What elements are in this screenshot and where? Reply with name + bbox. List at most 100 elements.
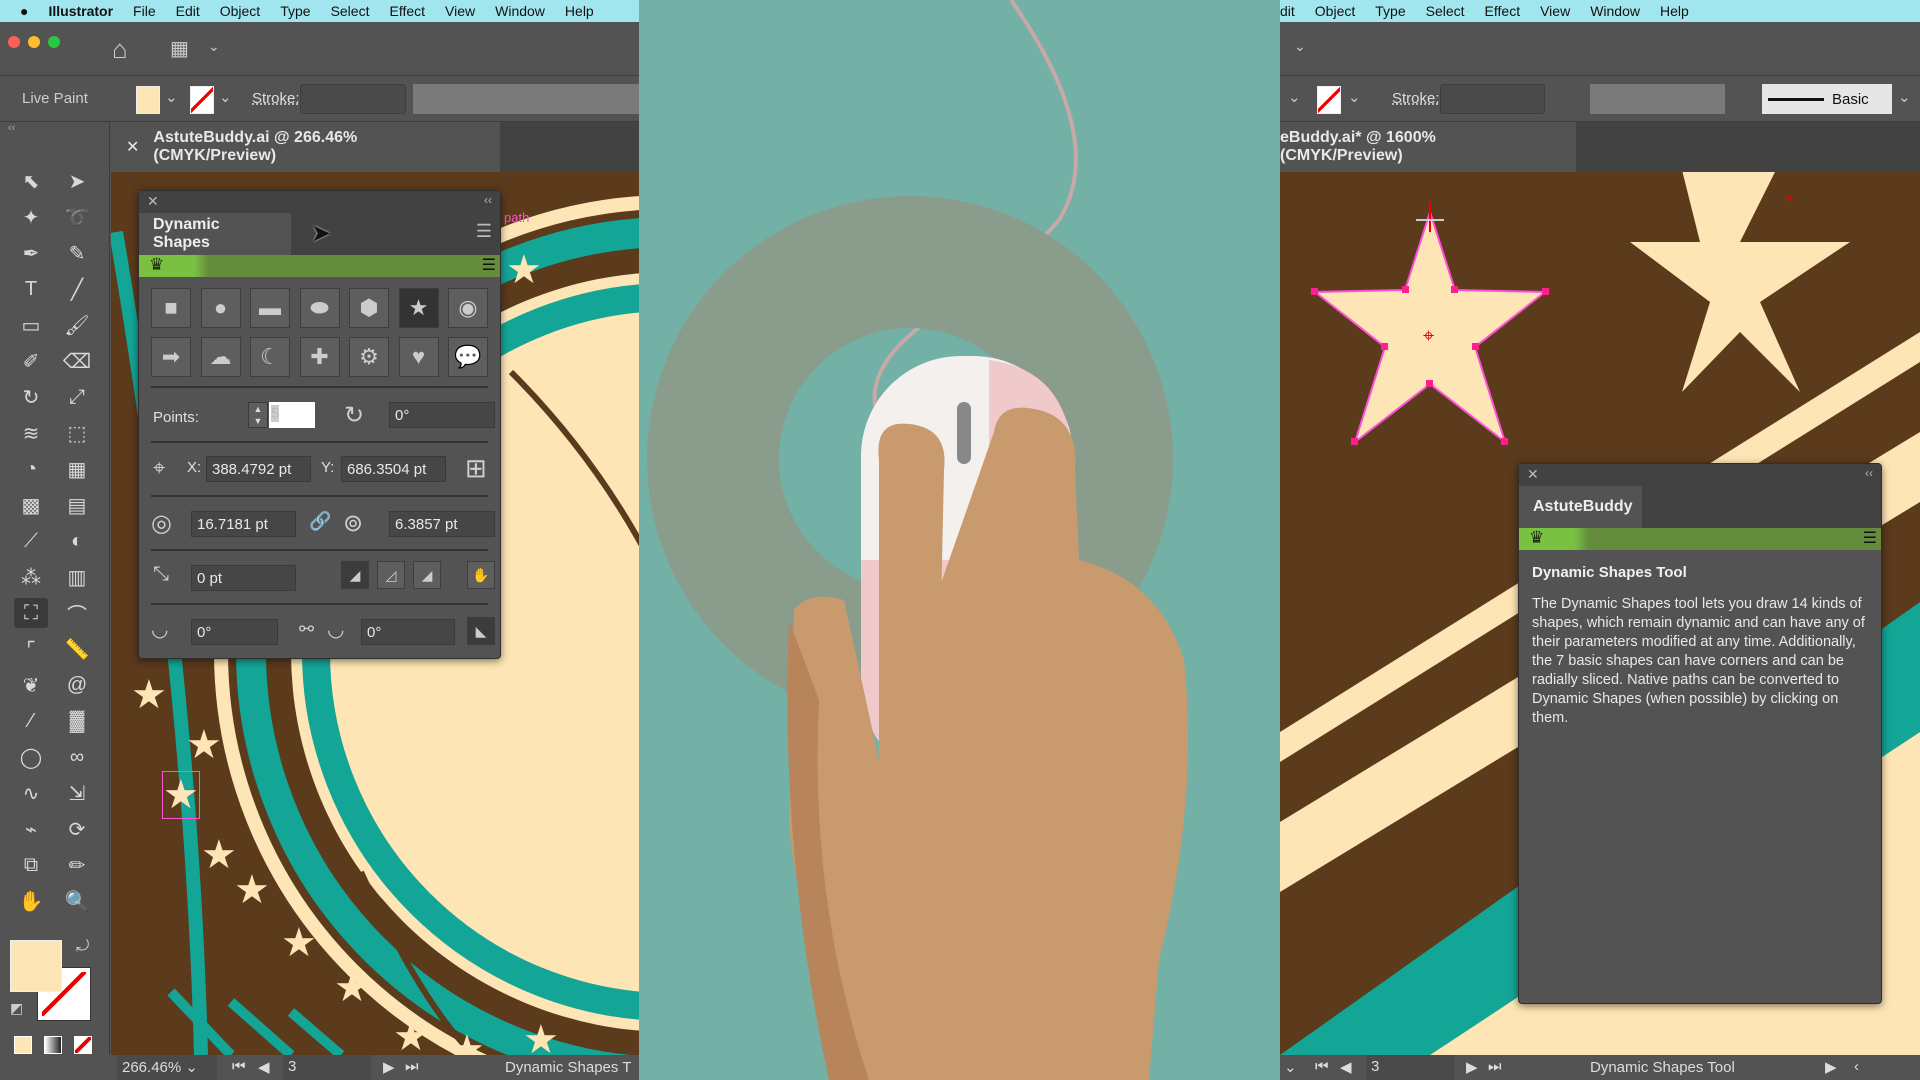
link-radii-icon[interactable]: 🔗 (309, 511, 331, 532)
shape-button-rectangle[interactable]: ▬ (250, 288, 290, 328)
reference-point-icon[interactable]: ⊞ (465, 453, 487, 484)
tool-magic-wand[interactable]: ✦ (14, 202, 48, 232)
chevron-down-icon[interactable]: ⌄ (208, 38, 220, 55)
tool-corner[interactable]: ⌜ (14, 634, 48, 664)
fill-swatch[interactable] (136, 86, 160, 114)
tool-artboard[interactable]: ⧉ (14, 850, 48, 880)
shape-button-cross[interactable]: ✚ (299, 337, 340, 377)
artboard-number-field[interactable]: 3 (1366, 1055, 1454, 1080)
tool-symbol-sprayer[interactable]: ⁂ (14, 562, 48, 592)
stroke-weight-field[interactable] (300, 84, 406, 114)
inner-radius-input[interactable]: 6.3857 pt (389, 511, 495, 537)
x-input[interactable]: 388.4792 pt (206, 456, 311, 482)
fill-dropdown-chevron-icon[interactable]: ⌄ (165, 88, 178, 106)
none-mode-button[interactable] (74, 1036, 92, 1054)
tool-lasso[interactable]: ➰ (60, 202, 94, 232)
link-slice-icon[interactable]: ⚯ (299, 619, 314, 640)
menu-select[interactable]: Select (331, 3, 370, 19)
collapse-toolbar-icon[interactable]: ‹‹ (8, 122, 15, 134)
points-input[interactable]: 5 (269, 402, 315, 428)
variable-width-profile[interactable] (1590, 84, 1725, 114)
outer-radius-input[interactable]: 16.7181 pt (191, 511, 296, 537)
tool-brush-tool[interactable]: ⁄ (14, 706, 48, 736)
swap-colors-icon[interactable]: ⤾ (76, 938, 89, 956)
tool-gradient[interactable]: ▤ (60, 490, 94, 520)
tool-hand[interactable]: ✋ (14, 886, 48, 916)
zoom-level-field[interactable]: 266.46% ⌄ (117, 1055, 217, 1080)
shape-button-ring[interactable]: ◉ (448, 288, 488, 328)
gradient-mode-button[interactable] (44, 1036, 62, 1054)
tool-scale[interactable]: ⤢ (60, 382, 94, 412)
close-tab-icon[interactable]: ✕ (126, 137, 139, 157)
tab-astutebuddy[interactable]: AstuteBuddy (1519, 486, 1642, 528)
shape-button-star[interactable]: ★ (398, 288, 439, 328)
tool-eraser[interactable]: ⌫ (60, 346, 94, 376)
menu-type[interactable]: Type (1375, 3, 1405, 19)
stroke-dropdown-chevron-icon[interactable]: ⌄ (1348, 88, 1361, 106)
star-shape[interactable]: ★ (234, 867, 270, 913)
star-shape[interactable]: ★ (334, 965, 370, 1011)
corner-options-button[interactable]: ✋ (467, 561, 495, 589)
shape-button-speech-bubble[interactable]: 💬 (448, 337, 488, 377)
chevron-down-icon[interactable]: ⌄ (1294, 38, 1306, 55)
tool-paintbrush[interactable]: 🖌 (60, 310, 94, 340)
star-shape[interactable]: ★ (162, 771, 200, 819)
star-shape[interactable]: ★ (281, 920, 317, 966)
close-panel-icon[interactable]: ✕ (1527, 466, 1539, 483)
workspace-layout-icon[interactable]: ▦ (170, 36, 189, 61)
tool-curvature[interactable]: ✎ (60, 238, 94, 268)
tool-mesh[interactable]: ▩ (14, 490, 48, 520)
star-shape[interactable]: ★ (506, 247, 542, 293)
color-mode-button[interactable] (14, 1036, 32, 1054)
tool-blend[interactable]: ◐ (60, 526, 94, 556)
tool-dynamic-shapes[interactable]: ⛶ (14, 598, 48, 628)
shape-button-heart[interactable]: ♥ (398, 337, 439, 377)
corner-inverted-button[interactable]: ◿ (377, 561, 405, 589)
star-shape[interactable]: ★ (131, 672, 167, 718)
stroke-dropdown-chevron-icon[interactable]: ⌄ (219, 88, 232, 106)
points-stepper[interactable]: ▲ ▼ (248, 402, 268, 428)
menu-window[interactable]: Window (1590, 3, 1640, 19)
document-tab[interactable]: eBuddy.ai* @ 1600% (CMYK/Preview) (1280, 122, 1576, 172)
tool-free-transform[interactable]: ⬚ (60, 418, 94, 448)
fill-dropdown-chevron-icon[interactable]: ⌄ (1288, 88, 1301, 106)
tool-reform[interactable]: ⇲ (60, 778, 94, 808)
menu-edit-partial[interactable]: dit (1280, 3, 1295, 19)
tool-lasso-plus[interactable]: ⟳ (60, 814, 94, 844)
previous-artboard-icon[interactable]: ◀ (1340, 1058, 1352, 1076)
tool-line[interactable]: ╱ (60, 274, 94, 304)
star-shape[interactable]: ★ (449, 1027, 485, 1055)
tool-column-graph[interactable]: ▥ (60, 562, 94, 592)
collapse-status-icon[interactable]: ‹ (1854, 1058, 1859, 1075)
shape-button-arrow[interactable]: ➡ (151, 337, 191, 377)
menu-help[interactable]: Help (1660, 3, 1689, 19)
brush-chevron-icon[interactable]: ⌄ (1898, 88, 1911, 106)
collapse-panel-icon[interactable]: ‹‹ (1865, 466, 1873, 480)
tool-pen[interactable]: ✒ (14, 238, 48, 268)
menu-effect[interactable]: Effect (1485, 3, 1521, 19)
document-tab[interactable]: ✕ AstuteBuddy.ai @ 266.46% (CMYK/Preview… (110, 122, 500, 172)
tool-blob-brush[interactable]: ✐ (14, 346, 48, 376)
star-shape[interactable]: ★ (393, 1014, 429, 1055)
tool-path-tool[interactable]: ∿ (14, 778, 48, 808)
menu-select[interactable]: Select (1426, 3, 1465, 19)
tool-eyedropper[interactable]: ⟋ (14, 526, 48, 556)
stroke-label[interactable]: Stroke: (1392, 90, 1440, 107)
apple-icon[interactable]: ● (20, 3, 28, 19)
tool-perspective-grid[interactable]: ▦ (60, 454, 94, 484)
corner-round-button[interactable]: ◢ (341, 561, 369, 589)
shape-button-gear[interactable]: ⚙ (349, 337, 389, 377)
menu-object[interactable]: Object (1315, 3, 1355, 19)
tool-butterfly[interactable]: ❦ (14, 670, 48, 700)
shape-button-crescent[interactable]: ☾ (250, 337, 290, 377)
tool-texture[interactable]: ▓ (60, 706, 94, 736)
home-icon[interactable]: ⌂ (112, 34, 128, 65)
menu-file[interactable]: File (133, 3, 156, 19)
brush-definition-dropdown[interactable]: Basic (1762, 84, 1892, 114)
stroke-label[interactable]: Stroke: (252, 90, 300, 107)
menu-view[interactable]: View (445, 3, 475, 19)
brand-menu-icon[interactable]: ☰ (482, 255, 496, 275)
tab-dynamic-shapes[interactable]: Dynamic Shapes (139, 213, 291, 255)
default-colors-icon[interactable]: ◩ (10, 1000, 23, 1017)
stroke-none-swatch[interactable] (190, 86, 214, 114)
